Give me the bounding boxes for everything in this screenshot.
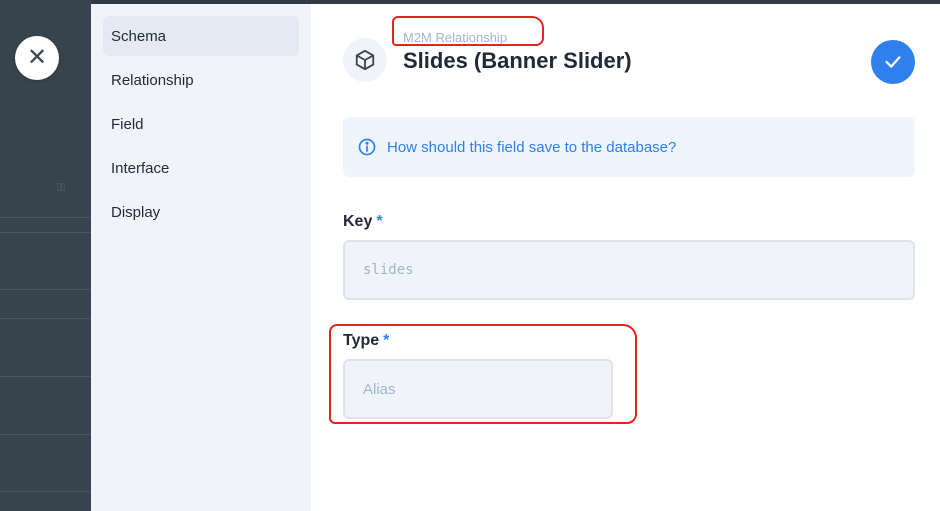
key-input-value: slides <box>363 262 414 278</box>
divider <box>0 376 91 377</box>
required-mark: * <box>376 213 383 230</box>
nav-item-label: Interface <box>111 159 170 177</box>
key-input[interactable]: slides <box>343 240 915 300</box>
nav-item-interface[interactable]: Interface <box>103 148 299 188</box>
divider <box>0 232 91 233</box>
info-icon <box>358 138 376 156</box>
nav-item-schema[interactable]: Schema <box>103 16 299 56</box>
page-title: Slides (Banner Slider) <box>403 48 632 73</box>
divider <box>0 289 91 290</box>
close-button[interactable]: ✕ <box>15 36 59 80</box>
nav-item-display[interactable]: Display <box>103 192 299 232</box>
nav-item-label: Field <box>111 115 144 133</box>
divider <box>0 318 91 319</box>
annotation-box <box>329 324 637 424</box>
drawer-content: M2M Relationship Slides (Banner Slider) … <box>311 4 940 511</box>
divider <box>0 217 91 218</box>
nav-item-label: Display <box>111 203 161 221</box>
save-button[interactable] <box>871 40 915 84</box>
key-label: Key * <box>343 213 383 231</box>
key-icon: ⚿ <box>57 182 66 194</box>
nav-item-field[interactable]: Field <box>103 104 299 144</box>
info-notice[interactable]: How should this field save to the databa… <box>343 117 915 177</box>
divider <box>0 491 91 492</box>
key-label-text: Key <box>343 213 373 230</box>
nav-item-relationship[interactable]: Relationship <box>103 60 299 100</box>
close-icon: ✕ <box>26 44 48 71</box>
divider <box>0 434 91 435</box>
field-type-badge <box>343 38 387 82</box>
cube-icon <box>355 49 375 71</box>
check-icon <box>885 56 901 68</box>
notice-text[interactable]: How should this field save to the databa… <box>387 139 676 156</box>
drawer-sidenav: Schema Relationship Field Interface Disp… <box>91 4 311 511</box>
nav-item-label: Relationship <box>111 71 194 89</box>
annotation-box <box>392 16 544 46</box>
nav-item-label: Schema <box>111 27 167 45</box>
